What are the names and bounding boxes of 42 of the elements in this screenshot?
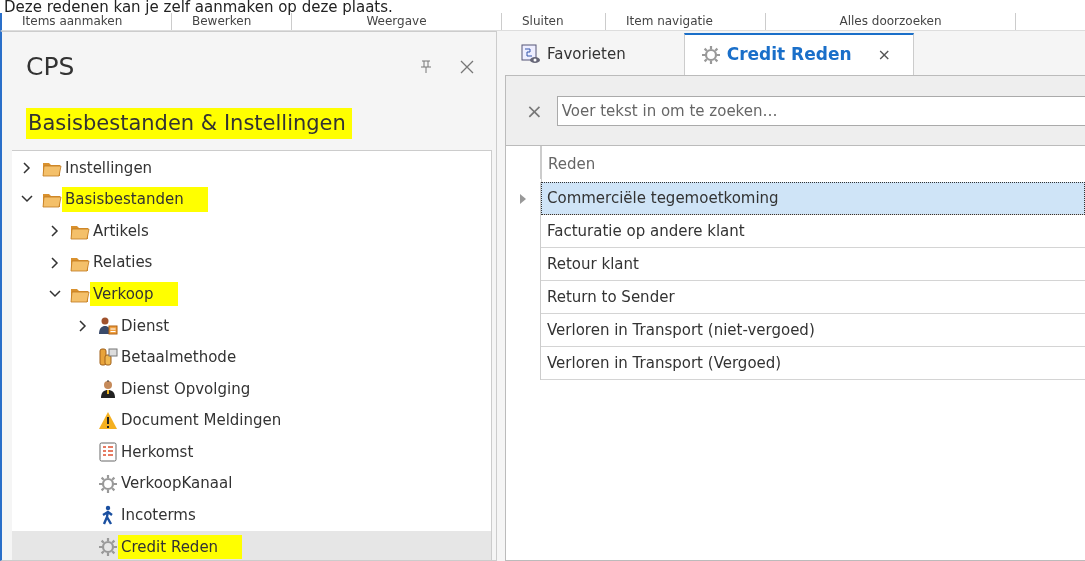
tree-item[interactable]: VerkoopKanaal xyxy=(12,467,491,500)
tree-item-label: Instellingen xyxy=(64,157,154,179)
tree-item-label: Artikels xyxy=(92,220,150,242)
tree-item[interactable]: Herkomst xyxy=(12,436,491,468)
tree-item[interactable]: Document Meldingen xyxy=(12,404,491,437)
table-cell[interactable]: Facturatie op andere klant xyxy=(541,215,1085,248)
ribbon-group-label: Alles doorzoeken xyxy=(766,13,1016,30)
tree-item[interactable]: Verkoop xyxy=(12,278,491,310)
search-field[interactable]: Voer tekst in om te zoeken… xyxy=(556,95,1085,126)
tree-item-label: Dienst xyxy=(120,315,171,337)
tab[interactable]: Favorieten xyxy=(505,33,642,75)
table-cell[interactable]: Verloren in Transport (niet-vergoed) xyxy=(541,314,1085,347)
section-title: Basisbestanden & Instellingen xyxy=(26,107,352,139)
tree-item[interactable]: Relaties xyxy=(12,246,491,279)
tree-item[interactable]: Incoterms xyxy=(12,499,491,532)
tree-item-label: Dienst Opvolging xyxy=(120,378,252,400)
clear-search-button[interactable]: × xyxy=(526,95,543,126)
tab[interactable]: Credit Reden × xyxy=(683,33,914,75)
tree-item-label: Basisbestanden xyxy=(62,187,208,212)
tab-close-button[interactable]: × xyxy=(871,42,897,68)
tree-item[interactable]: Credit Reden xyxy=(12,531,491,560)
ribbon-group-label: Item navigatie xyxy=(606,13,766,30)
tree-item[interactable]: Betaalmethode xyxy=(12,341,491,374)
ribbon-group-label: Sluiten xyxy=(502,13,606,30)
tree-item[interactable]: Instellingen xyxy=(12,152,491,184)
table-cell[interactable]: Retour klant xyxy=(541,248,1085,281)
tree-item-label: Herkomst xyxy=(120,441,195,463)
tree-item-label: VerkoopKanaal xyxy=(120,473,234,495)
tree-item[interactable]: Dienst xyxy=(12,309,491,342)
tree-item[interactable]: Basisbestanden xyxy=(12,183,491,216)
table-cell[interactable]: Return to Sender xyxy=(541,281,1085,314)
tree-item[interactable]: Artikels xyxy=(12,215,491,247)
tree-item-label: Credit Reden xyxy=(118,534,243,560)
tree-item[interactable]: Dienst Opvolging xyxy=(12,373,491,405)
table-cell[interactable]: Verloren in Transport (Vergoed) xyxy=(541,347,1085,380)
tree-item-label: Document Meldingen xyxy=(120,410,283,432)
tree-item-label: Relaties xyxy=(92,252,154,274)
panel-title: CPS xyxy=(26,51,76,83)
tree-item-label: Verkoop xyxy=(90,281,178,307)
table-cell[interactable]: Commerciële tegemoetkoming xyxy=(541,182,1085,215)
tree-item-label: Betaalmethode xyxy=(120,347,238,369)
tree-item-label: Incoterms xyxy=(120,505,197,527)
